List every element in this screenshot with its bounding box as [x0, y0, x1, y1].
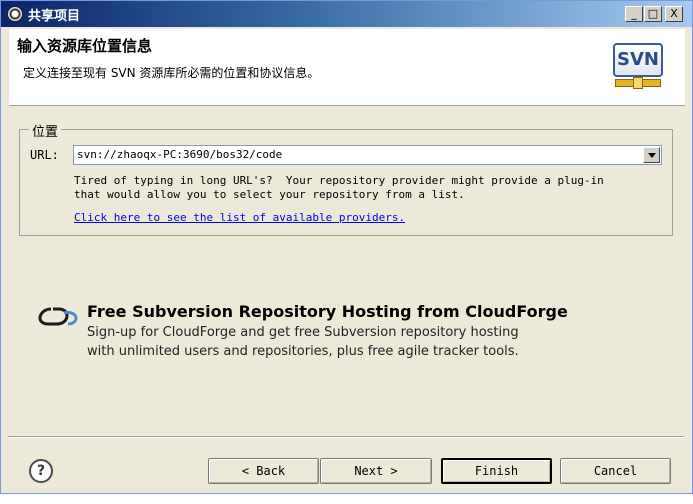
cloudforge-title[interactable]: Free Subversion Repository Hosting from … — [87, 302, 568, 321]
finish-button[interactable]: Finish — [441, 458, 552, 484]
wizard-header: 输入资源库位置信息 定义连接至现有 SVN 资源库所必需的位置和协议信息。 SV… — [9, 29, 685, 106]
url-value[interactable]: svn://zhaoqx-PC:3690/bos32/code — [77, 148, 282, 161]
close-button[interactable]: X — [665, 6, 683, 22]
svn-logo-icon: SVN — [613, 39, 665, 89]
footer-separator — [8, 436, 684, 438]
svn-logo-text: SVN — [613, 43, 663, 77]
back-button[interactable]: < Back — [208, 458, 319, 484]
maximize-button[interactable]: □ — [644, 6, 662, 22]
title-bar[interactable]: 共享项目 _ □ X — [1, 1, 692, 27]
page-description: 定义连接至现有 SVN 资源库所必需的位置和协议信息。 — [23, 66, 320, 80]
share-project-dialog: 共享项目 _ □ X 输入资源库位置信息 定义连接至现有 SVN 资源库所必需的… — [0, 0, 693, 494]
url-dropdown-button[interactable] — [643, 147, 660, 163]
cloudforge-logo-icon — [38, 307, 78, 326]
svn-logo-knob — [633, 77, 643, 89]
eclipse-icon — [7, 6, 23, 22]
url-label: URL: — [30, 148, 59, 162]
minimize-button[interactable]: _ — [625, 6, 643, 22]
location-group-label: 位置 — [29, 121, 62, 140]
url-combobox[interactable]: svn://zhaoqx-PC:3690/bos32/code — [73, 145, 662, 165]
window-title: 共享项目 — [28, 9, 81, 24]
help-icon[interactable]: ? — [29, 459, 53, 483]
cloudforge-line-1: Sign-up for CloudForge and get free Subv… — [87, 325, 519, 340]
next-button[interactable]: Next > — [320, 458, 432, 484]
url-help-text: Tired of typing in long URL's? Your repo… — [74, 174, 604, 201]
providers-link[interactable]: Click here to see the list of available … — [74, 211, 405, 224]
chevron-down-icon — [648, 153, 656, 158]
cloudforge-line-2: with unlimited users and repositories, p… — [87, 344, 519, 359]
page-title: 输入资源库位置信息 — [17, 37, 153, 55]
cancel-button[interactable]: Cancel — [560, 458, 671, 484]
